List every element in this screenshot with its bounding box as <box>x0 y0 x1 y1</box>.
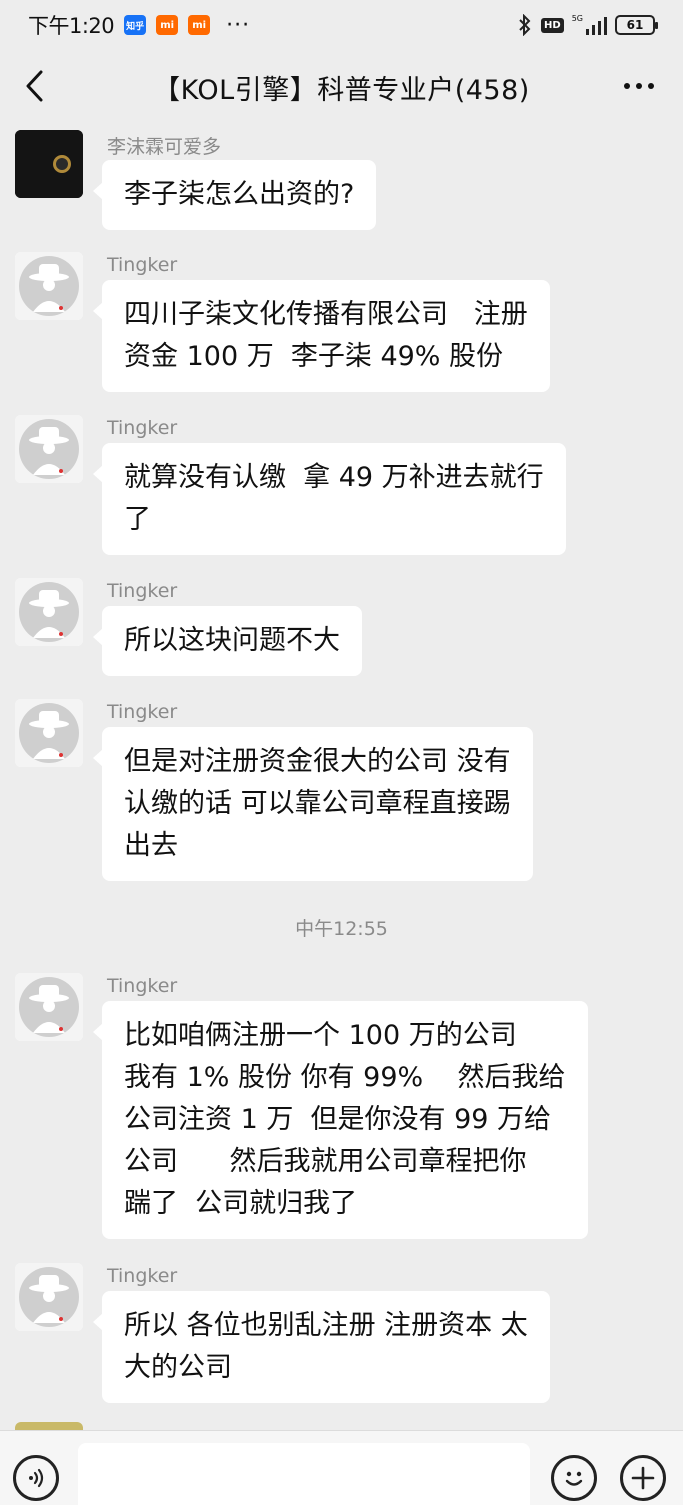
more-notifications-icon: ··· <box>226 12 251 38</box>
network-type-label: 5G <box>571 14 583 23</box>
avatar[interactable] <box>15 130 83 198</box>
sender-name: Tingker <box>107 1265 178 1287</box>
status-bar: 下午1:20 知乎 mi mi ··· HD 5G 61 <box>0 0 683 50</box>
message-bubble[interactable]: 四川子柒文化传播有限公司 注册 资金 100 万 李子柒 49% 股份 <box>93 280 550 392</box>
message-bubble[interactable]: 就算没有认缴 拿 49 万补进去就行 了 <box>93 443 566 555</box>
back-button[interactable] <box>14 66 54 106</box>
sender-name: 李沫霖可爱多 <box>107 136 222 158</box>
voice-icon <box>29 1468 44 1488</box>
avatar[interactable] <box>15 973 83 1041</box>
hat-man-avatar-icon <box>15 973 83 1041</box>
sender-name: Tingker <box>107 701 178 723</box>
avatar[interactable] <box>15 415 83 483</box>
hat-man-avatar-icon <box>15 578 83 646</box>
message-bubble[interactable]: 所以 各位也别乱注册 注册资本 太 大的公司 <box>93 1291 550 1403</box>
plus-icon <box>631 1466 655 1490</box>
avatar <box>15 1422 83 1430</box>
avatar[interactable] <box>15 1263 83 1331</box>
sender-name: Tingker <box>107 580 178 602</box>
bluetooth-icon <box>519 14 531 36</box>
sender-name: Tingker <box>107 975 178 997</box>
hat-man-avatar-icon <box>15 415 83 483</box>
message-input[interactable] <box>78 1443 530 1505</box>
chat-header: 【KOL引擎】科普专业户(458) <box>0 50 683 124</box>
input-bar <box>0 1430 683 1505</box>
hat-man-avatar-icon <box>15 252 83 320</box>
message-bubble[interactable]: 比如咱俩注册一个 100 万的公司 我有 1% 股份 你有 99% 然后我给 公… <box>93 1001 588 1239</box>
status-time: 下午1:20 <box>28 14 115 38</box>
sender-name: Tingker <box>107 417 178 439</box>
mi-app-icon: mi <box>188 15 211 35</box>
message-bubble[interactable]: 但是对注册资金很大的公司 没有 认缴的话 可以靠公司章程直接踢 出去 <box>93 727 533 881</box>
message-bubble[interactable]: 李子柒怎么出资的? <box>92 160 377 230</box>
smiley-icon <box>565 1471 583 1486</box>
sender-name: Tingker <box>107 254 178 276</box>
avatar[interactable] <box>15 699 83 767</box>
emoji-button[interactable] <box>551 1455 597 1501</box>
mi-app-icon: mi <box>156 15 179 35</box>
signal-icon: 5G <box>572 15 607 35</box>
more-actions-button[interactable] <box>620 1455 666 1501</box>
more-options-button[interactable] <box>617 68 661 104</box>
avatar[interactable] <box>15 252 83 320</box>
hat-man-avatar-icon <box>15 699 83 767</box>
chevron-left-icon <box>26 70 43 102</box>
hat-man-avatar-icon <box>15 1263 83 1331</box>
voice-input-button[interactable] <box>13 1455 59 1501</box>
chat-title: 【KOL引擎】科普专业户(458) <box>153 74 530 106</box>
time-separator: 中午12:55 <box>295 918 388 940</box>
avatar[interactable] <box>15 578 83 646</box>
message-bubble[interactable]: 所以这块问题不大 <box>93 606 362 676</box>
zhihu-app-icon: 知乎 <box>124 15 147 35</box>
hd-badge: HD <box>541 17 564 33</box>
battery-icon: 61 <box>615 15 658 35</box>
user-avatar-icon <box>15 130 83 198</box>
